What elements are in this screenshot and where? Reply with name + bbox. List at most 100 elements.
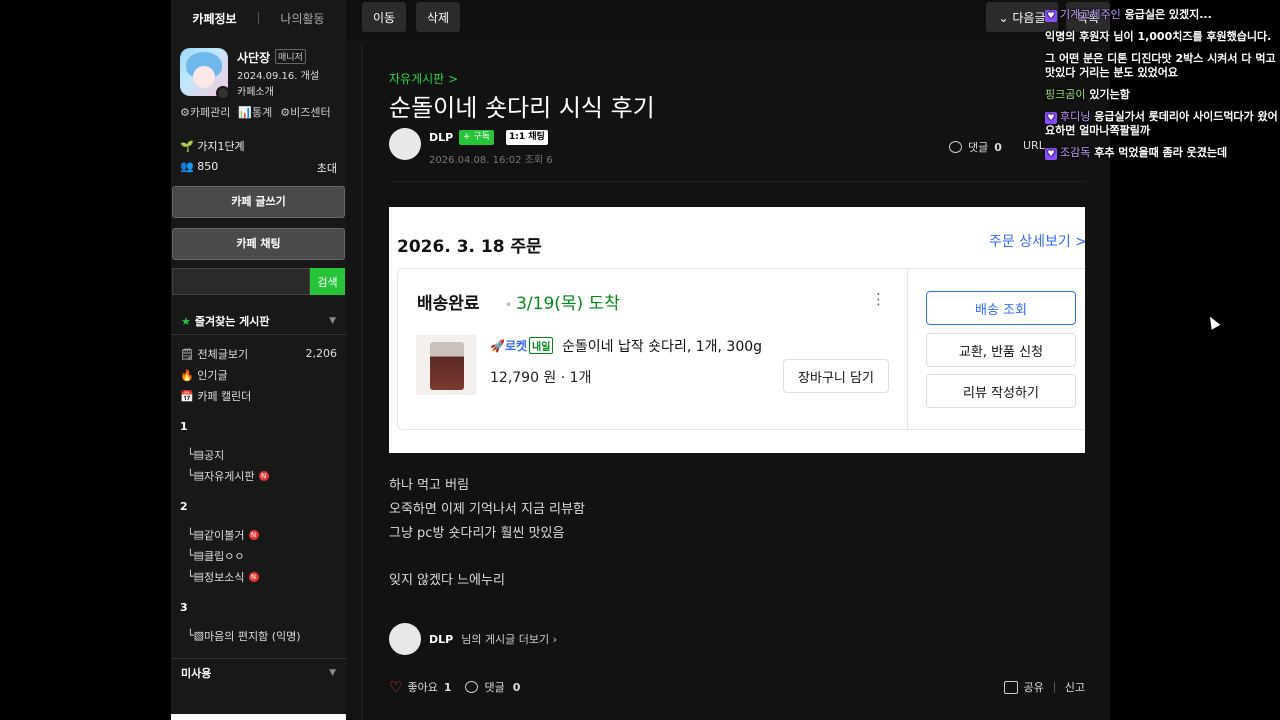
product-price: 12,790 원 · 1개 xyxy=(490,370,592,386)
footer-comment-label[interactable]: 댓글 xyxy=(484,679,504,695)
new-badge: N xyxy=(258,470,269,481)
cafe-search-input[interactable] xyxy=(172,268,310,295)
article-area: 이동 삭제 ⌄ 다음글 목록 자유게시판 > 순돌이네 숏다리 시식 후기 DL… xyxy=(346,0,1110,720)
chevron-down-icon: ▼ xyxy=(329,667,336,678)
share-icon[interactable] xyxy=(1003,680,1018,694)
shipping-status: 배송완료 xyxy=(417,294,480,314)
chat-nick: 후디닝 xyxy=(1060,110,1091,123)
body-line: 하나 먹고 버림 xyxy=(389,478,470,493)
board-icon: └▤ xyxy=(187,469,205,482)
board-label: 클립ㅇㅇ xyxy=(204,549,245,563)
star-icon: ★ xyxy=(181,314,191,328)
menu-list: 🗒 전체글보기 2,206 🔥 인기글 📅 카페 캘린더 xyxy=(171,335,346,406)
chat-nick: 조감독 xyxy=(1060,146,1091,159)
heart-icon[interactable]: ♡ xyxy=(389,678,402,696)
order-detail-link: 주문 상세보기 > xyxy=(989,234,1085,250)
chat-text: 익명의 후원자 님이 1,000치즈를 후원했습니다. xyxy=(1045,30,1272,43)
comment-count-link[interactable]: 댓글 0 xyxy=(949,139,1002,155)
comment-icon[interactable] xyxy=(465,681,479,693)
tab-my-activity[interactable]: 나의활동 xyxy=(259,10,346,27)
separator-dot: • xyxy=(505,298,513,312)
cafe-intro-link[interactable]: 카페소개 xyxy=(237,83,274,98)
manager-badge: 매니저 xyxy=(275,49,306,64)
article-footer: ♡ 좋아요 1 댓글 0 공유 신고 xyxy=(389,678,1085,696)
cafe-write-button[interactable]: 카페 글쓰기 xyxy=(172,186,345,218)
body-line: 오죽하면 이제 기억나서 지금 리뷰함 xyxy=(389,502,585,517)
menu-all-posts[interactable]: 🗒 전체글보기 2,206 xyxy=(180,343,337,364)
view-count: 조회 6 xyxy=(524,155,553,166)
calendar-icon: 📅 xyxy=(180,389,198,403)
writer-avatar[interactable] xyxy=(389,128,421,160)
chat-text: 응급실은 있겠지... xyxy=(1124,8,1212,21)
board-group-3: 3 xyxy=(180,601,188,614)
board-anonymous-letters[interactable]: └▧ 마음의 편지함 (익명) xyxy=(180,625,337,646)
heart-badge-icon: ♥ xyxy=(1045,148,1057,160)
writer-name[interactable]: DLP xyxy=(429,131,453,144)
rocket-delivery-badge: 🚀로켓 내일 xyxy=(490,337,554,354)
menu-item-label: 전체글보기 xyxy=(197,347,249,361)
list-icon: 🗒 xyxy=(180,347,198,361)
move-button[interactable]: 이동 xyxy=(362,2,406,32)
invite-link[interactable]: 초대 xyxy=(317,160,337,176)
stats-link[interactable]: 📊통계 xyxy=(238,104,272,120)
unused-boards-header[interactable]: 미사용 ▼ xyxy=(171,658,346,686)
writer-more-posts-link[interactable]: DLP 님의 게시글 더보기 › xyxy=(389,623,557,655)
cafe-manager-name[interactable]: 사단장 xyxy=(237,49,270,66)
article-title: 순돌이네 숏다리 시식 후기 xyxy=(389,94,655,122)
board-free[interactable]: └▤ 자유게시판 N xyxy=(180,465,337,486)
body-line xyxy=(389,546,585,569)
post-date: 2026.04.08. 16:02 xyxy=(429,155,522,166)
board-icon: └▤ xyxy=(187,549,205,562)
tab-cafe-info[interactable]: 카페정보 xyxy=(171,10,258,27)
one-on-one-chat-button[interactable]: 1:1 채팅 xyxy=(506,130,548,145)
article-toolbar: 이동 삭제 ⌄ 다음글 목록 xyxy=(346,0,1110,40)
board-icon: └▤ xyxy=(187,570,205,583)
board-group-2-list: └▤ 같이볼거 N └▤ 클립ㅇㅇ └▤ 정보소식 N xyxy=(171,516,346,587)
more-posts-label: 님의 게시글 더보기 › xyxy=(461,633,558,646)
arrival-text: 3/19(목) 도착 xyxy=(516,294,620,314)
board-clips[interactable]: └▤ 클립ㅇㅇ xyxy=(180,545,337,566)
like-count: 1 xyxy=(443,680,452,694)
cafe-sidebar: 카페정보 나의활동 사단장 매니저 2024.09.16. 개설 카페소개 ⚙카… xyxy=(171,0,346,720)
like-label[interactable]: 좋아요 xyxy=(407,679,437,695)
biz-center-link[interactable]: ⚙비즈센터 xyxy=(280,104,330,120)
sidebar-tabs: 카페정보 나의활동 xyxy=(171,0,346,36)
cafe-chat-button[interactable]: 카페 채팅 xyxy=(172,228,345,260)
comment-label: 댓글 xyxy=(968,141,989,154)
member-count[interactable]: 850 xyxy=(197,160,218,173)
chat-text: 그 어떤 분은 디톤 디진다맛 2박스 시켜서 다 먹고 맛있다 거리는 분도 … xyxy=(1045,52,1276,79)
member-row: 👥 850 초대 xyxy=(171,154,346,176)
board-label: 같이볼거 xyxy=(204,528,245,542)
order-card-divider xyxy=(907,268,908,430)
chat-message: 핑크곰이 있기는함 xyxy=(1040,88,1280,102)
order-screenshot-image: 2026. 3. 18 주문 주문 상세보기 > 배송완료 • 3/19(목) 도… xyxy=(389,207,1085,453)
subscribe-button[interactable]: + 구독 xyxy=(459,130,494,145)
menu-popular[interactable]: 🔥 인기글 xyxy=(180,364,337,385)
share-button[interactable]: 공유 xyxy=(1024,679,1044,695)
board-notice[interactable]: └▤ 공지 xyxy=(180,444,337,465)
rocket-label: 🚀로켓 xyxy=(490,339,528,353)
product-bag xyxy=(430,342,464,390)
board-group-1-list: └▤ 공지 └▤ 자유게시판 N xyxy=(171,436,346,486)
members-icon: 👥 xyxy=(180,160,198,173)
more-options-icon: ⋮ xyxy=(871,290,886,308)
favorite-boards-header[interactable]: ★ 즐겨찾는 게시판 ▼ xyxy=(171,307,346,335)
footer-comment-count: 0 xyxy=(512,680,521,694)
article-meta: 2026.04.08. 16:02 조회 6 xyxy=(429,151,553,166)
menu-calendar[interactable]: 📅 카페 캘린더 xyxy=(180,385,337,406)
cafe-founded-date: 2024.09.16. 개설 xyxy=(237,71,320,82)
board-label: 마음의 편지함 (익명) xyxy=(204,629,301,643)
board-breadcrumb[interactable]: 자유게시판 > xyxy=(389,70,458,87)
report-button[interactable]: 신고 xyxy=(1065,679,1085,695)
flame-icon: 🔥 xyxy=(180,368,198,382)
board-watch-together[interactable]: └▤ 같이볼거 N xyxy=(180,524,337,545)
cafe-admin-link[interactable]: ⚙카페관리 xyxy=(180,104,230,120)
board-info-news[interactable]: └▤ 정보소식 N xyxy=(180,566,337,587)
cafe-search-button[interactable]: 검색 xyxy=(310,268,345,295)
settings-badge-icon xyxy=(216,86,230,100)
board-icon: └▧ xyxy=(187,629,205,642)
chat-text: 후추 먹었을때 좀라 웃겼는데 xyxy=(1094,146,1228,159)
level-label: 가지1단계 xyxy=(197,140,245,153)
chevron-down-icon: ⌄ xyxy=(998,10,1013,25)
delete-button[interactable]: 삭제 xyxy=(416,2,460,32)
